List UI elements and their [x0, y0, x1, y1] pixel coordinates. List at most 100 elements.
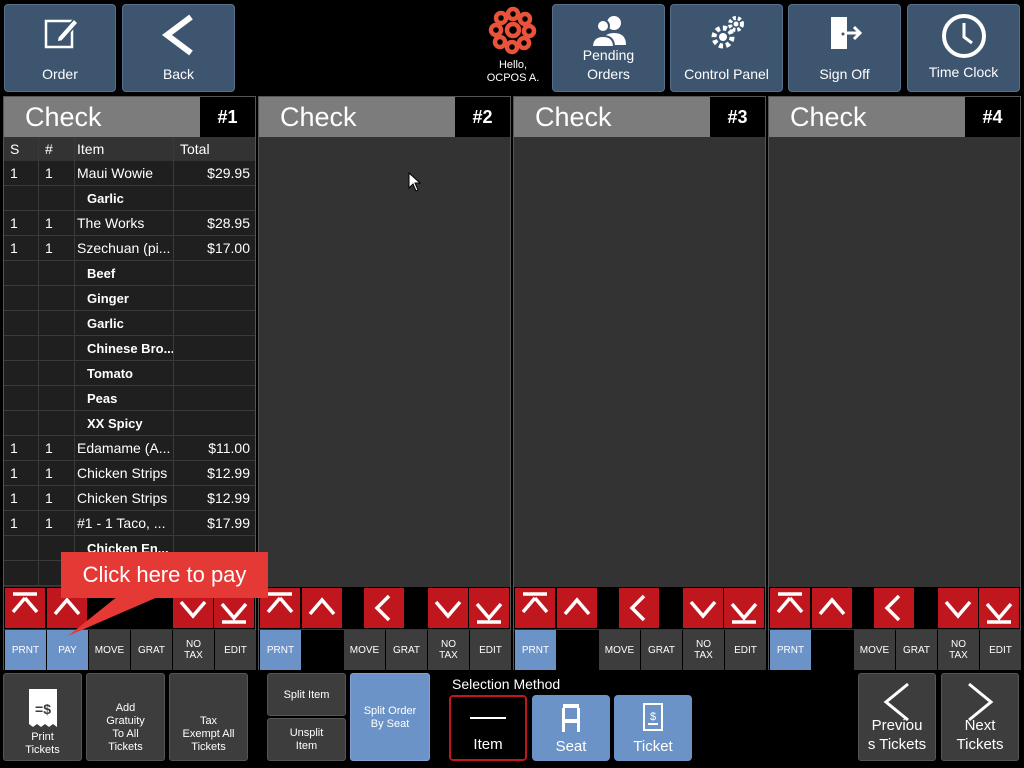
check-header: Check #3	[514, 97, 765, 137]
print-button[interactable]: PRNT	[770, 630, 811, 670]
scroll-up-button[interactable]	[302, 588, 342, 628]
select-by-ticket-button[interactable]: $ Ticket	[614, 695, 692, 761]
cell-qty	[39, 261, 75, 285]
move-button[interactable]: MOVE	[599, 630, 640, 670]
scroll-bottom-button[interactable]	[724, 588, 764, 628]
modifier-row[interactable]: XX Spicy	[4, 411, 255, 436]
print-button[interactable]: PRNT	[515, 630, 556, 670]
back-button[interactable]: Back	[122, 4, 235, 92]
move-button[interactable]: MOVE	[854, 630, 895, 670]
cell-item: Szechuan (pi...	[75, 236, 174, 260]
split-item-button[interactable]: Split Item	[267, 673, 346, 716]
unsplit-item-button[interactable]: Unsplit Item	[267, 718, 346, 761]
pending-orders-button[interactable]: Pending Orders	[552, 4, 665, 92]
cell-total: $12.99	[207, 490, 250, 506]
previous-tickets-button[interactable]: Previou s Tickets	[858, 673, 936, 761]
scroll-top-button[interactable]	[515, 588, 555, 628]
svg-text:=$: =$	[35, 701, 51, 717]
move-button[interactable]: MOVE	[344, 630, 385, 670]
scroll-down-button[interactable]	[683, 588, 723, 628]
next-tickets-line2: Tickets	[956, 736, 1004, 753]
select-by-item-button[interactable]: Item	[449, 695, 527, 761]
edit-button[interactable]: EDIT	[725, 630, 766, 670]
move-left-button[interactable]	[874, 588, 914, 628]
control-panel-label: Control Panel	[684, 66, 769, 82]
table-row[interactable]: 1 1 The Works $28.95	[4, 211, 255, 236]
print-button[interactable]: PRNT	[5, 630, 46, 670]
col-seat-header: S	[4, 138, 39, 161]
tax-exempt-all-button[interactable]: Tax Exempt All Tickets	[169, 673, 248, 761]
print-label: PRNT	[266, 644, 295, 656]
move-left-button[interactable]	[364, 588, 404, 628]
gratuity-button[interactable]: GRAT	[386, 630, 427, 670]
check-actions: PRNT MOVE GRAT NO TAX EDIT	[769, 630, 1021, 670]
edit-label: EDIT	[479, 644, 502, 656]
cell-item: Beef	[75, 261, 174, 285]
cell-item: Garlic	[75, 311, 174, 335]
cell-qty	[39, 411, 75, 435]
cell-total: $17.99	[207, 515, 250, 531]
select-ticket-label: Ticket	[633, 738, 673, 755]
modifier-row[interactable]: Garlic	[4, 186, 255, 211]
cell-total: $29.95	[207, 165, 250, 181]
selection-method-label: Selection Method	[452, 676, 561, 692]
table-row[interactable]: 1 1 Chicken Strips $12.99	[4, 461, 255, 486]
control-panel-button[interactable]: Control Panel	[670, 4, 783, 92]
scroll-up-button[interactable]	[557, 588, 597, 628]
scroll-bottom-button[interactable]	[469, 588, 509, 628]
scroll-top-button[interactable]	[770, 588, 810, 628]
gratuity-button[interactable]: GRAT	[896, 630, 937, 670]
print-label: PRNT	[776, 644, 805, 656]
edit-button[interactable]: EDIT	[980, 630, 1021, 670]
print-tickets-button[interactable]: =$ Print Tickets	[3, 673, 82, 761]
modifier-row[interactable]: Beef	[4, 261, 255, 286]
modifier-row[interactable]: Ginger	[4, 286, 255, 311]
modifier-row[interactable]: Peas	[4, 386, 255, 411]
cell-total	[174, 336, 255, 360]
gratuity-label: GRAT	[902, 644, 931, 656]
scroll-down-button[interactable]	[428, 588, 468, 628]
modifier-row[interactable]: Chinese Bro...	[4, 336, 255, 361]
tooltip-pointer-icon	[68, 596, 160, 636]
scroll-top-button[interactable]	[5, 588, 45, 628]
scroll-bottom-button[interactable]	[979, 588, 1019, 628]
cell-item: Maui Wowie	[75, 161, 174, 185]
table-row[interactable]: 1 1 Maui Wowie $29.95	[4, 161, 255, 186]
table-row[interactable]: 1 1 #1 - 1 Taco, ... $17.99	[4, 511, 255, 536]
time-clock-button[interactable]: Time Clock	[907, 4, 1020, 92]
add-gratuity-button[interactable]: Add Gratuity To All Tickets	[86, 673, 165, 761]
table-row[interactable]: 1 1 Szechuan (pi... $17.00	[4, 236, 255, 261]
check-number: #3	[710, 97, 765, 137]
no-tax-button[interactable]: NO TAX	[683, 630, 724, 670]
cell-seat	[4, 411, 39, 435]
no-tax-button[interactable]: NO TAX	[173, 630, 214, 670]
table-row[interactable]: 1 1 Edamame (A... $11.00	[4, 436, 255, 461]
print-label: PRNT	[521, 644, 550, 656]
no-tax-button[interactable]: NO TAX	[938, 630, 979, 670]
cell-total	[174, 261, 255, 285]
select-item-label: Item	[473, 736, 503, 753]
order-button[interactable]: Order	[4, 4, 116, 92]
cell-total: $28.95	[207, 215, 250, 231]
check-number: #2	[455, 97, 510, 137]
edit-button[interactable]: EDIT	[215, 630, 256, 670]
table-row[interactable]: 1 1 Chicken Strips $12.99	[4, 486, 255, 511]
scroll-down-button[interactable]	[938, 588, 978, 628]
split-order-by-seat-button[interactable]: Split Order By Seat	[350, 673, 430, 761]
select-by-seat-button[interactable]: Seat	[532, 695, 610, 761]
modifier-row[interactable]: Garlic	[4, 311, 255, 336]
edit-button[interactable]: EDIT	[470, 630, 511, 670]
back-label: Back	[162, 66, 195, 82]
move-left-button[interactable]	[619, 588, 659, 628]
previous-tickets-line2: s Tickets	[867, 736, 927, 753]
modifier-row[interactable]: Tomato	[4, 361, 255, 386]
scroll-up-button[interactable]	[812, 588, 852, 628]
print-button[interactable]: PRNT	[260, 630, 301, 670]
next-tickets-button[interactable]: Next Tickets	[941, 673, 1019, 761]
sign-off-button[interactable]: Sign Off	[788, 4, 901, 92]
cell-seat	[4, 561, 39, 585]
cell-total	[174, 411, 255, 435]
no-tax-button[interactable]: NO TAX	[428, 630, 469, 670]
cell-total: $11.00	[208, 440, 250, 456]
gratuity-button[interactable]: GRAT	[641, 630, 682, 670]
